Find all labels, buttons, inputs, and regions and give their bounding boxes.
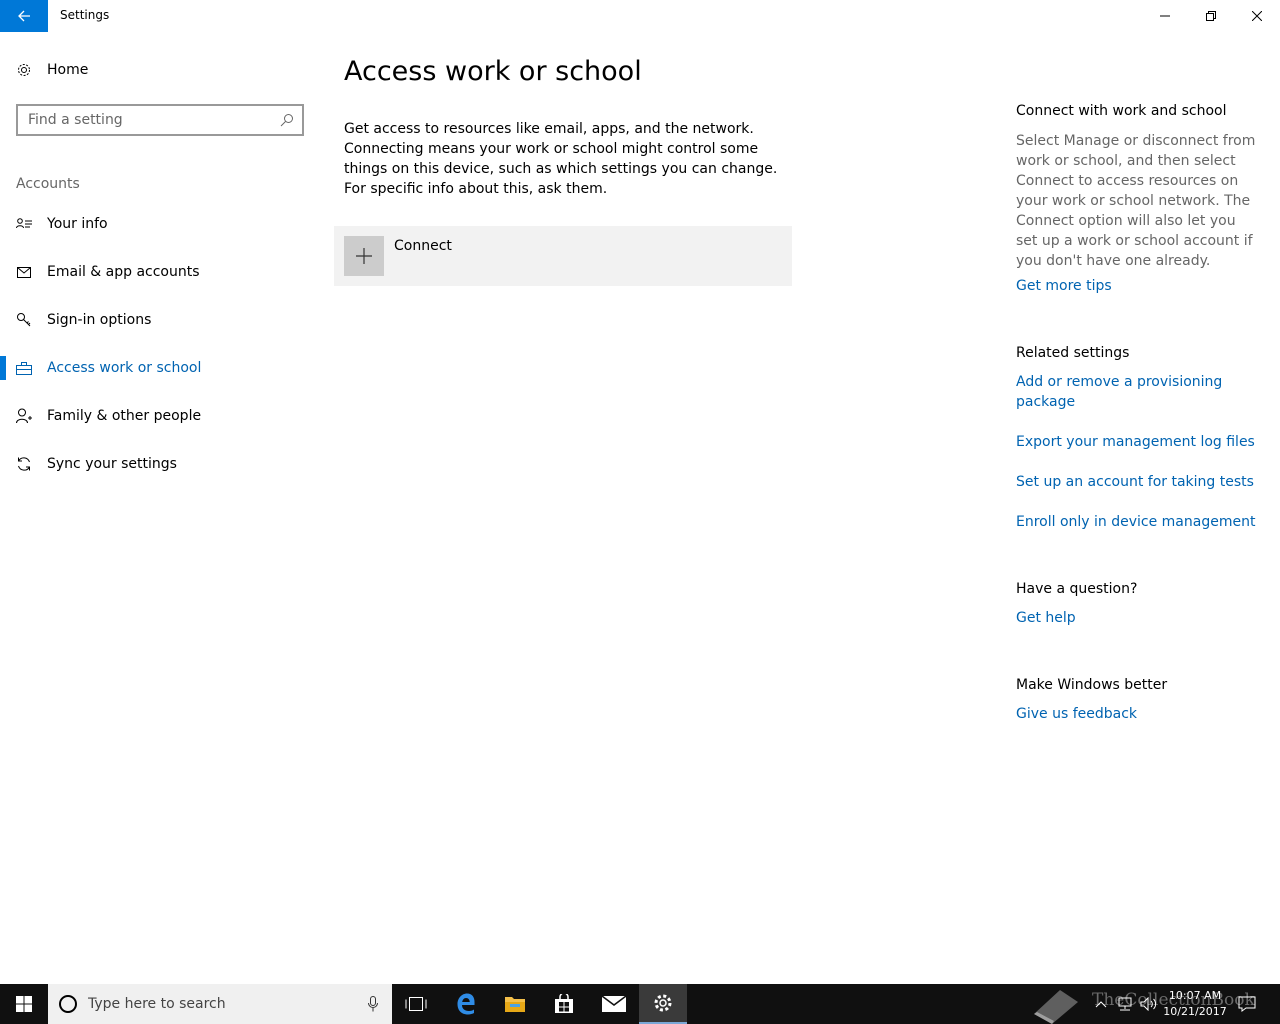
sidebar-nav: Your info Email & app accounts Sign-in o… xyxy=(0,200,320,488)
back-arrow-icon xyxy=(18,10,30,22)
mail-app-icon xyxy=(602,996,626,1012)
close-button[interactable] xyxy=(1234,0,1280,32)
page-description: Get access to resources like email, apps… xyxy=(344,121,778,197)
task-view-button[interactable] xyxy=(392,984,440,1024)
notification-icon xyxy=(1238,996,1256,1012)
edge-button[interactable] xyxy=(442,984,490,1024)
export-log-files-link[interactable]: Export your management log files xyxy=(1016,432,1255,452)
sidebar-item-label: Sync your settings xyxy=(47,456,177,472)
show-hidden-icons-button[interactable] xyxy=(1090,984,1112,1024)
related-settings-heading: Related settings xyxy=(1016,345,1130,361)
sidebar-item-label: Access work or school xyxy=(47,360,202,376)
device-management-link[interactable]: Enroll only in device management xyxy=(1016,512,1255,532)
restore-icon xyxy=(1206,11,1216,21)
sidebar: Home Accounts Your info Email & app acco… xyxy=(0,32,320,984)
back-button[interactable] xyxy=(0,0,48,32)
plus-box xyxy=(344,236,384,276)
connect-button[interactable]: Connect xyxy=(334,226,792,286)
folder-icon xyxy=(505,997,525,1012)
sidebar-item-label: Email & app accounts xyxy=(47,264,200,280)
test-account-link[interactable]: Set up an account for taking tests xyxy=(1016,472,1254,492)
provisioning-package-link[interactable]: Add or remove a provisioning package xyxy=(1016,372,1246,412)
connect-label: Connect xyxy=(394,238,452,254)
minimize-button[interactable] xyxy=(1142,0,1188,32)
cortana-icon xyxy=(59,995,77,1013)
section-label-accounts: Accounts xyxy=(16,176,80,192)
network-icon xyxy=(1118,997,1132,1011)
sync-icon xyxy=(18,457,30,471)
taskbar-clock[interactable]: 10:07 AM 10/21/2017 xyxy=(1160,988,1230,1020)
sidebar-item-email[interactable]: Email & app accounts xyxy=(0,248,320,296)
get-help-link[interactable]: Get help xyxy=(1016,608,1076,628)
settings-gear-icon xyxy=(654,994,672,1012)
sidebar-item-label: Family & other people xyxy=(47,408,202,424)
connect-help-text: Select Manage or disconnect from work or… xyxy=(1016,133,1256,269)
taskbar: TheCollectionBook 10:07 AM 10/21/2017 xyxy=(0,984,1280,1024)
mail-icon xyxy=(17,266,31,278)
search-box[interactable] xyxy=(16,104,304,136)
task-view-icon xyxy=(405,997,427,1011)
sidebar-item-sign-in[interactable]: Sign-in options xyxy=(0,296,320,344)
taskbar-search[interactable] xyxy=(48,984,392,1024)
gear-icon xyxy=(18,64,30,76)
give-feedback-link[interactable]: Give us feedback xyxy=(1016,704,1137,724)
question-heading: Have a question? xyxy=(1016,581,1138,597)
restore-button[interactable] xyxy=(1188,0,1234,32)
key-icon xyxy=(17,313,31,327)
person-card-icon xyxy=(16,218,32,229)
start-button[interactable] xyxy=(0,984,48,1024)
file-explorer-button[interactable] xyxy=(491,984,539,1024)
clock-time: 10:07 AM xyxy=(1168,989,1222,1002)
volume-button[interactable] xyxy=(1138,984,1160,1024)
search-icon[interactable] xyxy=(280,113,294,127)
title-bar: Settings xyxy=(0,0,1280,32)
book-watermark-icon xyxy=(1034,990,1078,1024)
action-center-button[interactable] xyxy=(1234,984,1260,1024)
briefcase-icon xyxy=(16,361,32,375)
window-title: Settings xyxy=(60,8,110,22)
windows-logo-icon xyxy=(16,996,32,1012)
home-link[interactable]: Home xyxy=(16,62,88,78)
connect-heading: Connect with work and school xyxy=(1016,103,1227,119)
plus-icon xyxy=(356,248,372,264)
person-add-icon xyxy=(16,408,32,424)
edge-icon xyxy=(457,993,475,1015)
sidebar-item-your-info[interactable]: Your info xyxy=(0,200,320,248)
clock-date: 10/21/2017 xyxy=(1163,1005,1227,1018)
mail-app-button[interactable] xyxy=(590,984,638,1024)
main-content: Access work or school Get access to reso… xyxy=(334,32,804,286)
speaker-icon xyxy=(1140,997,1157,1011)
settings-app-button[interactable] xyxy=(639,984,687,1024)
store-button[interactable] xyxy=(540,984,588,1024)
close-icon xyxy=(1252,11,1262,21)
sidebar-item-label: Sign-in options xyxy=(47,312,152,328)
taskbar-search-input[interactable] xyxy=(88,996,348,1012)
feedback-heading: Make Windows better xyxy=(1016,677,1168,693)
get-more-tips-link[interactable]: Get more tips xyxy=(1016,276,1112,296)
network-button[interactable] xyxy=(1114,984,1136,1024)
minimize-icon xyxy=(1160,15,1170,17)
sidebar-item-family[interactable]: Family & other people xyxy=(0,392,320,440)
store-icon xyxy=(555,994,573,1013)
sidebar-item-access-work[interactable]: Access work or school xyxy=(0,344,320,392)
sidebar-item-sync[interactable]: Sync your settings xyxy=(0,440,320,488)
chevron-up-icon xyxy=(1095,1001,1107,1008)
page-title: Access work or school xyxy=(344,56,642,87)
microphone-icon[interactable] xyxy=(368,996,378,1012)
sidebar-item-label: Your info xyxy=(47,216,108,232)
search-input[interactable] xyxy=(28,112,268,128)
home-label: Home xyxy=(47,62,89,78)
